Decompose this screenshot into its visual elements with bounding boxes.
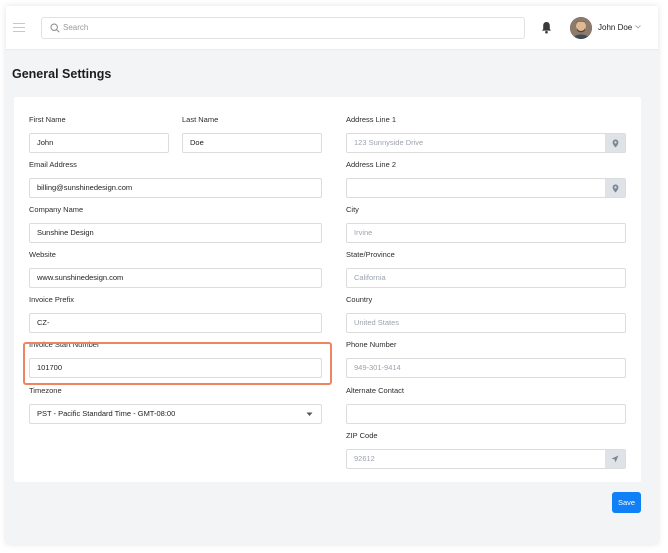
email-field[interactable]: billing@sunshinedesign.com xyxy=(29,178,322,198)
address-line-2-field[interactable] xyxy=(346,178,626,198)
state-province-label: State/Province xyxy=(346,250,395,259)
map-pin-icon xyxy=(612,184,618,192)
first-name-label: First Name xyxy=(29,115,66,124)
chevron-down-icon xyxy=(306,412,313,416)
email-label: Email Address xyxy=(29,160,77,169)
country-label: Country xyxy=(346,295,373,304)
avatar-portrait-icon xyxy=(570,17,592,39)
top-bar: Search John Doe xyxy=(6,6,658,50)
location-addon-button[interactable] xyxy=(605,134,625,152)
website-field[interactable]: www.sunshinedesign.com xyxy=(29,268,322,288)
invoice-prefix-label: Invoice Prefix xyxy=(29,295,75,304)
timezone-selected-value: PST - Pacific Standard Time - GMT-08:00 xyxy=(37,409,176,418)
city-field[interactable]: Irvine xyxy=(346,223,626,243)
address-line-2-label: Address Line 2 xyxy=(346,160,397,169)
search-input[interactable]: Search xyxy=(41,17,525,39)
address-line-1-label: Address Line 1 xyxy=(346,115,397,124)
city-label: City xyxy=(346,205,359,214)
notification-bell-icon[interactable] xyxy=(541,21,552,34)
address-line-1-field[interactable]: 123 Sunnyside Drive xyxy=(346,133,626,153)
timezone-label: Timezone xyxy=(29,386,62,395)
country-field[interactable]: United States xyxy=(346,313,626,333)
hamburger-menu-icon[interactable] xyxy=(13,23,25,33)
app-window: Search John Doe General Settings First N… xyxy=(6,6,658,544)
last-name-field[interactable]: Doe xyxy=(182,133,322,153)
invoice-start-number-highlight xyxy=(23,342,332,385)
zip-code-label: ZIP Code xyxy=(346,431,378,440)
invoice-prefix-field[interactable]: CZ- xyxy=(29,313,322,333)
zip-code-field[interactable]: 92612 xyxy=(346,449,626,469)
last-name-label: Last Name xyxy=(182,115,219,124)
user-avatar[interactable] xyxy=(570,17,592,39)
save-button[interactable]: Save xyxy=(612,492,641,513)
alternate-contact-field[interactable] xyxy=(346,404,626,424)
page-title: General Settings xyxy=(12,67,112,81)
company-name-label: Company Name xyxy=(29,205,84,214)
map-pin-icon xyxy=(612,139,618,147)
chevron-down-icon[interactable] xyxy=(635,25,641,29)
locate-addon-button[interactable] xyxy=(605,450,625,468)
alternate-contact-label: Alternate Contact xyxy=(346,386,404,395)
search-placeholder: Search xyxy=(63,23,89,32)
company-name-field[interactable]: Sunshine Design xyxy=(29,223,322,243)
first-name-field[interactable]: John xyxy=(29,133,169,153)
search-icon xyxy=(50,23,60,33)
settings-form-card: First Name John Last Name Doe Email Addr… xyxy=(14,97,641,482)
zip-code-placeholder: 92612 xyxy=(354,454,375,463)
state-province-field[interactable]: California xyxy=(346,268,626,288)
location-arrow-icon xyxy=(611,455,619,463)
timezone-select[interactable]: PST - Pacific Standard Time - GMT-08:00 xyxy=(29,404,322,424)
user-name[interactable]: John Doe xyxy=(598,23,632,32)
location-addon-button[interactable] xyxy=(605,179,625,197)
address-line-1-placeholder: 123 Sunnyside Drive xyxy=(354,138,424,147)
website-label: Website xyxy=(29,250,56,259)
phone-number-field[interactable]: 949-301-9414 xyxy=(346,358,626,378)
phone-number-label: Phone Number xyxy=(346,340,397,349)
